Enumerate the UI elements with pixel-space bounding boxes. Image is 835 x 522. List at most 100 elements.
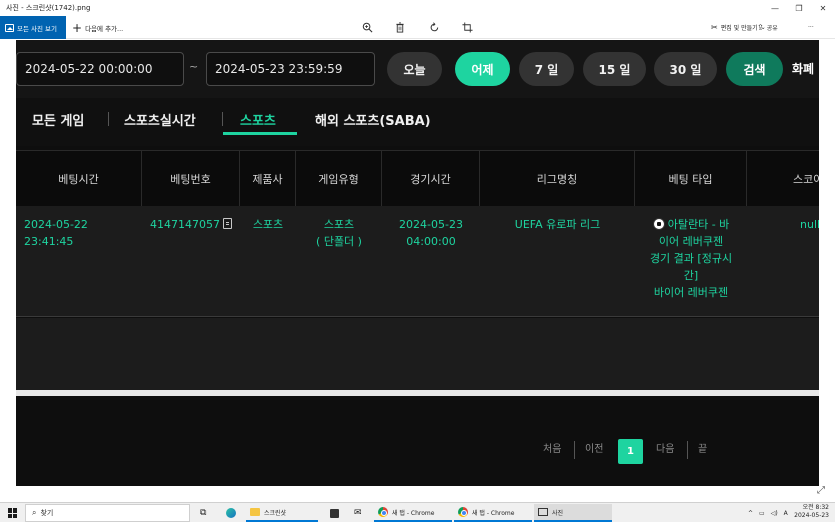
fullscreen-icon[interactable]: ⤢ — [817, 485, 829, 497]
search-icon: ⌕ — [32, 508, 37, 517]
task-view-icon[interactable]: ⧉ — [200, 503, 206, 522]
task-app-chrome-1[interactable]: 새 탭 - Chrome — [374, 504, 452, 522]
bet-type-line: 아탈란타 - 바 — [667, 218, 730, 231]
folder-icon — [250, 508, 260, 516]
pager-divider — [687, 441, 688, 459]
edit-create-label: 편집 및 만들기 — [720, 25, 758, 32]
tab-overseas-sports[interactable]: 해외 스포츠(SABA) — [315, 110, 431, 129]
task-app-chrome-2[interactable]: 새 탭 - Chrome — [454, 504, 532, 522]
taskbar-search[interactable]: ⌕ 찾기 — [25, 504, 190, 522]
viewer-margin-left — [0, 40, 16, 486]
bet-number-cell: 4147147057 — [150, 216, 236, 233]
minimize-button[interactable]: — — [763, 0, 787, 16]
all-photos-label: 모든 사진 보기 — [17, 24, 58, 33]
next-page-link[interactable]: 다음 — [656, 440, 674, 455]
yesterday-button[interactable]: 어제 — [455, 52, 510, 86]
col-game-type: 게임유형 — [296, 151, 382, 207]
search-button[interactable]: 검색 — [726, 52, 783, 86]
network-icon: ▭ — [759, 509, 765, 517]
bet-number-text: 4147147057 — [150, 218, 220, 231]
maximize-button[interactable]: ❐ — [787, 0, 811, 16]
chrome-icon — [378, 507, 388, 517]
col-score: 스코어 — [793, 173, 819, 186]
7-days-button[interactable]: 7 일 — [519, 52, 574, 86]
edit-icon: ✂ — [711, 23, 718, 32]
all-photos-button[interactable]: 모든 사진 보기 — [0, 16, 66, 39]
task-app-label: 새 탭 - Chrome — [472, 509, 515, 517]
col-bet-number: 베팅번호 — [142, 151, 240, 207]
game-type-cell: 스포츠 ( 단폴더 ) — [296, 216, 382, 250]
photos-app-window: 사진 - 스크린샷(1742).png — ❐ ✕ 모든 사진 보기 + 다음에… — [0, 0, 835, 522]
delete-icon[interactable] — [393, 20, 407, 34]
active-tab-underline — [223, 132, 297, 135]
window-title: 사진 - 스크린샷(1742).png — [6, 4, 91, 12]
task-app-label: 스크린샷 — [264, 509, 287, 517]
col-bet-time: 베팅시간 — [16, 151, 142, 207]
tab-sports[interactable]: 스포츠 — [240, 110, 276, 129]
image-icon — [5, 23, 14, 32]
zoom-icon[interactable] — [360, 20, 374, 34]
task-app-photos[interactable]: 사진 — [534, 504, 612, 522]
chrome-icon — [458, 507, 468, 517]
bet-type-cell: 아탈란타 - 바 이어 레버쿠젠 경기 결과 [정규시 간] 바이어 레버쿠젠 — [635, 216, 747, 301]
date-filter-bar: 2024-05-22 00:00:00 ~ 2024-05-23 23:59:5… — [16, 40, 819, 98]
table-header: 베팅시간 베팅번호 제품사 게임유형 경기시간 리그명칭 베팅 타입 스코어 — [16, 150, 819, 207]
bet-type-line: 이어 레버쿠젠 — [658, 235, 724, 248]
prev-page-link[interactable]: 이전 — [585, 440, 603, 455]
score-cell: null — [800, 218, 819, 231]
table-row: 2024-05-22 23:41:45 4147147057 스포츠 스포츠 (… — [16, 206, 819, 317]
match-clock: 04:00:00 — [406, 235, 456, 248]
soccer-ball-icon — [652, 218, 665, 230]
tab-divider — [108, 112, 109, 126]
30-days-button[interactable]: 30 일 — [654, 52, 717, 86]
league-cell: UEFA 유로파 리그 — [514, 218, 601, 231]
chevron-up-icon: ^ — [748, 509, 754, 517]
volume-icon: ◁) — [770, 509, 778, 517]
match-date: 2024-05-23 — [399, 218, 463, 231]
task-app-screenshots[interactable]: 스크린샷 — [246, 504, 318, 522]
close-button[interactable]: ✕ — [811, 0, 835, 16]
start-date-input[interactable]: 2024-05-22 00:00:00 — [16, 52, 184, 86]
plus-icon: + — [72, 20, 83, 35]
pager-divider — [574, 441, 575, 459]
game-tabs: 모든 게임 스포츠실시간 스포츠 해외 스포츠(SABA) — [16, 98, 819, 146]
today-button[interactable]: 오늘 — [387, 52, 442, 86]
last-page-link[interactable]: 끝 — [698, 440, 707, 455]
table-empty-area — [16, 318, 819, 390]
add-to-label: 다음에 추가... — [85, 24, 124, 33]
clock[interactable]: 오전 8:32 2024-05-23 — [794, 504, 829, 520]
edge-icon[interactable] — [226, 503, 236, 522]
taskbar: ⌕ 찾기 ⧉ 스크린샷 ✉ 새 탭 - Chrome 새 탭 - Chrome … — [0, 502, 835, 522]
share-button[interactable]: ⇪ 공유 — [757, 16, 778, 39]
current-page[interactable]: 1 — [618, 439, 643, 464]
more-icon: ··· — [808, 24, 814, 31]
provider-cell: 스포츠 — [252, 218, 284, 231]
bet-type-line: 간] — [683, 269, 699, 282]
viewer-margin-right — [819, 40, 835, 486]
system-tray[interactable]: ^ ▭ ◁) A — [748, 503, 788, 522]
col-match-time: 경기시간 — [382, 151, 480, 207]
taskbar-search-label: 찾기 — [40, 509, 54, 517]
first-page-link[interactable]: 처음 — [543, 440, 561, 455]
mail-icon[interactable]: ✉ — [354, 503, 362, 522]
tab-sports-live[interactable]: 스포츠실시간 — [124, 110, 196, 129]
15-days-button[interactable]: 15 일 — [583, 52, 646, 86]
rotate-icon[interactable] — [427, 20, 441, 34]
tab-divider — [222, 112, 223, 126]
pagination: 처음 이전 1 다음 끝 — [16, 396, 819, 486]
more-button[interactable]: ··· — [808, 16, 814, 39]
add-to-button[interactable]: + 다음에 추가... — [72, 16, 123, 39]
col-provider: 제품사 — [240, 151, 296, 207]
windows-start-icon[interactable] — [8, 508, 18, 518]
task-app-label: 새 탭 - Chrome — [392, 509, 435, 517]
crop-icon[interactable] — [460, 20, 474, 34]
tab-all-games[interactable]: 모든 게임 — [32, 110, 84, 129]
col-league: 리그명칭 — [480, 151, 635, 207]
store-icon[interactable] — [330, 503, 339, 522]
task-app-label: 사진 — [552, 509, 564, 517]
bet-type-line: 바이어 레버쿠젠 — [653, 286, 729, 299]
copy-icon[interactable] — [223, 218, 232, 229]
date-range-separator: ~ — [189, 60, 199, 73]
share-label: 공유 — [766, 25, 778, 32]
end-date-input[interactable]: 2024-05-23 23:59:59 — [206, 52, 375, 86]
